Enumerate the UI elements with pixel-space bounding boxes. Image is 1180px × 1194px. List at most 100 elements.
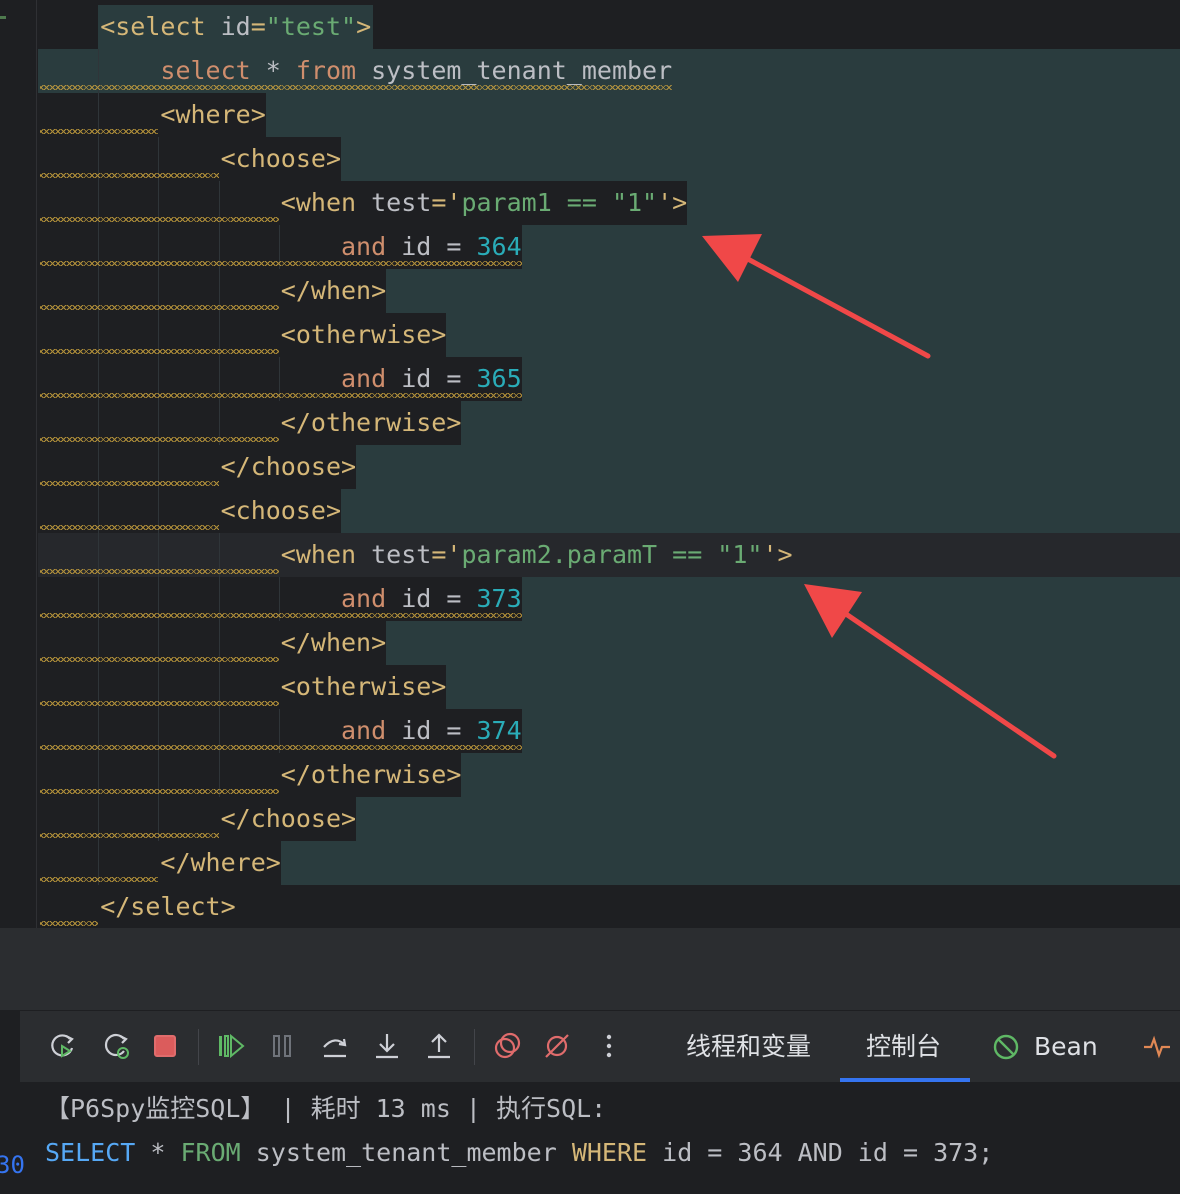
code-line[interactable]: <choose> — [38, 489, 1180, 533]
warning-squiggle — [40, 173, 219, 178]
code-text: <otherwise> — [281, 320, 447, 350]
code-line[interactable]: </when> — [38, 269, 1180, 313]
code-token: * — [250, 56, 296, 85]
code-token: test — [371, 540, 432, 569]
tab-bean[interactable]: Bean — [992, 1029, 1102, 1065]
code-line[interactable]: <select id="test"> — [38, 5, 1180, 49]
injected-language-highlight — [446, 313, 1180, 357]
warning-squiggle — [40, 657, 279, 662]
code-token: <choose> — [220, 144, 342, 173]
stop-icon[interactable] — [148, 1029, 182, 1063]
code-token: and — [341, 716, 387, 745]
code-token: </when> — [280, 628, 387, 657]
code-token: =' — [431, 188, 462, 217]
sql-keyword-select: SELECT — [45, 1138, 136, 1167]
pause-icon[interactable] — [266, 1029, 300, 1063]
code-text: <choose> — [221, 496, 341, 526]
sql-condition: id = 364 AND id = 373; — [647, 1138, 994, 1167]
code-token: and — [341, 364, 387, 393]
warning-squiggle — [40, 437, 279, 442]
profiler-icon[interactable] — [1140, 1029, 1174, 1063]
code-text: </choose> — [221, 804, 356, 834]
sql-star: * — [135, 1138, 181, 1167]
code-token: <when — [280, 188, 372, 217]
code-text: <otherwise> — [281, 672, 447, 702]
injected-language-highlight — [386, 621, 1180, 665]
code-line[interactable]: and id = 373 — [38, 577, 1180, 621]
step-over-icon[interactable] — [318, 1029, 352, 1063]
code-text: and id = 364 — [341, 232, 522, 262]
injected-language-highlight — [521, 225, 1180, 269]
code-line[interactable]: <when test='param1 == "1"'> — [38, 181, 1180, 225]
sql-keyword-from: FROM — [180, 1138, 241, 1167]
resume-icon[interactable] — [214, 1029, 248, 1063]
console-line-number: 30 — [0, 1151, 25, 1179]
code-line[interactable]: <choose> — [38, 137, 1180, 181]
warning-squiggle — [40, 525, 219, 530]
code-token: and — [341, 584, 387, 613]
rerun-debug-icon[interactable] — [100, 1029, 134, 1063]
code-line[interactable]: <otherwise> — [38, 665, 1180, 709]
console-log-line: 【P6Spy监控SQL】 | 耗时 13 ms | 执行SQL: — [45, 1094, 607, 1123]
code-editor[interactable]: <select id="test"> select * from system_t… — [38, 0, 1180, 928]
injected-language-highlight — [521, 357, 1180, 401]
code-line[interactable]: <where> — [38, 93, 1180, 137]
warning-squiggle — [40, 305, 279, 310]
code-line[interactable]: and id = 365 — [38, 357, 1180, 401]
view-breakpoints-icon[interactable] — [490, 1029, 524, 1063]
code-token: 364 — [476, 232, 522, 261]
step-out-icon[interactable] — [422, 1029, 456, 1063]
code-line[interactable]: </otherwise> — [38, 401, 1180, 445]
code-token: <select — [100, 12, 221, 41]
tab-bean-label: Bean — [1034, 1032, 1098, 1061]
rerun-icon[interactable] — [46, 1029, 80, 1063]
code-line[interactable]: <when test='param2.paramT == "1"'> — [38, 533, 1180, 577]
code-line[interactable]: </otherwise> — [38, 753, 1180, 797]
injected-language-highlight — [356, 797, 1180, 841]
code-line[interactable]: </choose> — [38, 445, 1180, 489]
code-line[interactable]: </when> — [38, 621, 1180, 665]
injected-language-highlight — [386, 269, 1180, 313]
code-token: </when> — [280, 276, 387, 305]
code-token: <where> — [160, 100, 266, 129]
mute-breakpoints-icon[interactable] — [540, 1029, 574, 1063]
tab-threads-variables[interactable]: 线程和变量 — [686, 1029, 811, 1065]
injected-language-highlight — [521, 709, 1180, 753]
editor-gutter — [0, 0, 38, 928]
code-line[interactable]: select * from system_tenant_member — [38, 49, 1180, 93]
code-text: </when> — [281, 276, 386, 306]
bean-icon — [992, 1033, 1020, 1061]
code-token: </select> — [100, 892, 236, 921]
code-token: test — [371, 188, 432, 217]
warning-squiggle — [40, 833, 219, 838]
code-token: from — [295, 56, 357, 85]
code-line[interactable]: and id = 374 — [38, 709, 1180, 753]
code-text: <when test='param1 == "1"'> — [281, 188, 687, 218]
code-text: </otherwise> — [281, 408, 462, 438]
console-output[interactable]: 【P6Spy监控SQL】 | 耗时 13 ms | 执行SQL: SELECT … — [20, 1082, 1180, 1194]
injected-language-highlight — [356, 445, 1180, 489]
code-line[interactable]: and id = 364 — [38, 225, 1180, 269]
tab-console[interactable]: 控制台 — [866, 1029, 941, 1065]
code-text: </where> — [160, 848, 280, 878]
code-token: select — [160, 56, 251, 85]
gutter-divider — [36, 0, 37, 928]
warning-squiggle — [40, 877, 159, 882]
code-token: </otherwise> — [280, 760, 462, 789]
warning-squiggle — [40, 481, 219, 486]
code-text: </when> — [281, 628, 386, 658]
code-token: <choose> — [220, 496, 342, 525]
injected-language-highlight — [461, 401, 1180, 445]
code-text: and id = 365 — [341, 364, 522, 394]
more-icon[interactable] — [592, 1029, 626, 1063]
code-text: select * from system_tenant_member — [160, 56, 672, 86]
code-line[interactable]: <otherwise> — [38, 313, 1180, 357]
code-text: <select id="test"> — [100, 12, 371, 42]
code-line[interactable]: </select> — [38, 885, 1180, 928]
code-token: </otherwise> — [280, 408, 462, 437]
code-token: 374 — [476, 716, 522, 745]
code-line[interactable]: </where> — [38, 841, 1180, 885]
warning-squiggle — [40, 129, 159, 134]
step-into-icon[interactable] — [370, 1029, 404, 1063]
code-line[interactable]: </choose> — [38, 797, 1180, 841]
